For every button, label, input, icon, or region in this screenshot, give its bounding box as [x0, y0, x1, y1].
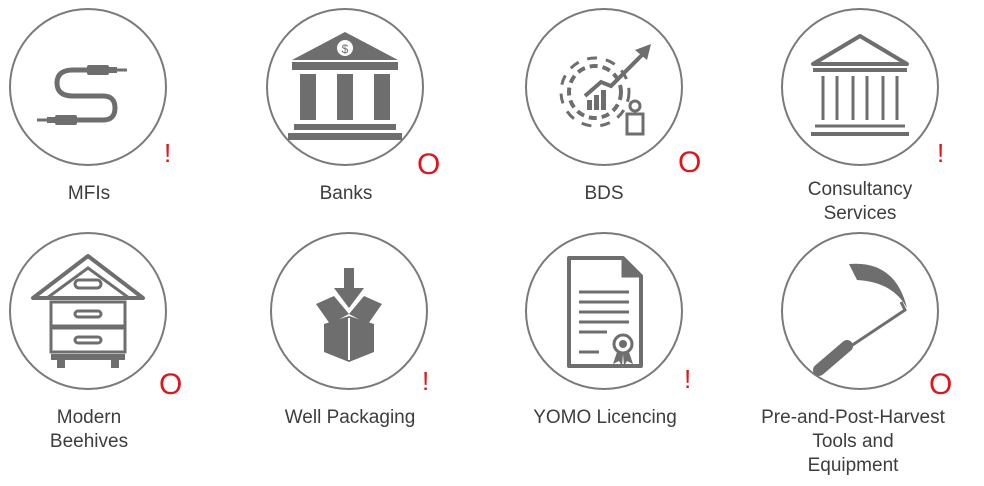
packaging-circle — [270, 232, 428, 390]
banks-marker: O — [417, 148, 441, 181]
harvest-tools-label: Pre-and-Post-Harvest Tools and Equipment — [761, 407, 945, 476]
institution-icon — [811, 34, 909, 136]
beehive-icon — [31, 254, 145, 368]
beehives-marker: O — [159, 368, 183, 401]
consultancy-circle — [781, 8, 939, 166]
bds-marker: O — [678, 146, 702, 179]
licencing-marker: ! — [684, 364, 692, 394]
bds-label: BDS — [584, 183, 624, 204]
harvest-tools-marker: O — [929, 368, 953, 401]
packaging-label: Well Packaging — [284, 407, 416, 428]
consultancy-marker: ! — [937, 138, 945, 168]
beehives-label: Modern Beehives — [49, 407, 129, 452]
mfis-marker: ! — [164, 138, 172, 168]
beehives-circle — [9, 232, 167, 390]
banks-label: Banks — [319, 183, 373, 204]
mfis-circle — [9, 8, 167, 166]
mfis-label: MFIs — [67, 183, 111, 204]
banks-circle: $ — [266, 8, 424, 166]
cable-icon — [37, 65, 127, 125]
harvest-tools-circle — [781, 232, 939, 390]
svg-text:$: $ — [342, 42, 349, 56]
bds-circle — [525, 8, 683, 166]
licencing-circle — [525, 232, 683, 390]
bank-icon: $ — [288, 32, 402, 140]
certificate-icon — [567, 256, 643, 368]
packaging-marker: ! — [422, 366, 430, 396]
consultancy-label: Consultancy Services — [807, 179, 913, 224]
sickle-icon — [813, 263, 907, 376]
package-icon — [316, 268, 382, 362]
licencing-label: YOMO Licencing — [533, 407, 677, 428]
growth-gear-icon — [559, 44, 651, 136]
